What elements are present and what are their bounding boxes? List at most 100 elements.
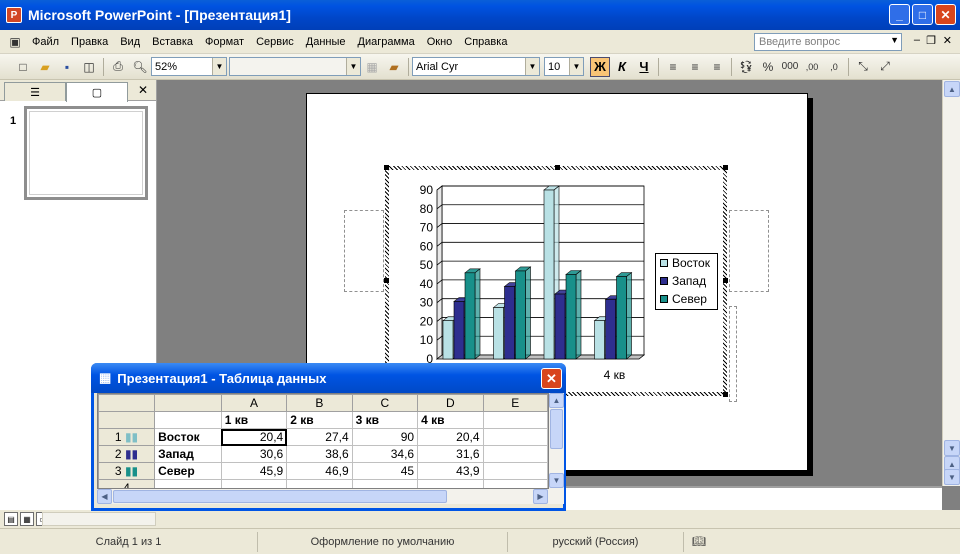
chevron-down-icon[interactable]: ▼ [890,35,899,45]
scroll-down-icon[interactable]: ▼ [944,440,960,456]
resize-handle[interactable] [723,278,728,283]
horizontal-scrollbar[interactable] [42,512,156,526]
cell[interactable]: 43,9 [417,462,484,480]
resize-handle[interactable] [384,165,389,170]
minimize-button[interactable]: _ [889,4,910,25]
cell[interactable]: 4 кв [417,411,484,429]
chevron-down-icon[interactable]: ▼ [212,58,226,75]
menu-insert[interactable]: Вставка [146,36,199,48]
scroll-left-icon[interactable]: ◀ [97,489,112,504]
datasheet-title-bar[interactable]: ▦ Презентация1 - Таблица данных ✕ [91,363,566,393]
cell[interactable] [482,411,548,429]
decrease-decimal-icon[interactable]: ,0 [825,58,843,76]
cell[interactable] [482,428,548,446]
column-letter[interactable]: A [220,394,288,412]
scroll-thumb[interactable] [113,490,447,503]
menu-chart[interactable]: Диаграмма [352,36,421,48]
cell[interactable]: 20,4 [220,428,288,446]
font-select[interactable]: Arial Cyr ▼ [412,57,540,76]
align-right-icon[interactable]: ≡ [708,58,726,76]
row-header[interactable]: 2 ▮▮ [98,445,156,463]
chart-object[interactable]: 0 10 20 30 40 50 60 70 80 90 4 кв Восток Запад Сев… [384,165,728,397]
slide-thumbnail[interactable] [24,106,148,200]
cell[interactable]: 38,6 [286,445,353,463]
menu-format[interactable]: Формат [199,36,250,48]
cell[interactable] [220,479,288,488]
align-left-icon[interactable]: ≡ [664,58,682,76]
menu-data[interactable]: Данные [300,36,352,48]
maximize-button[interactable]: □ [912,4,933,25]
percent-style-icon[interactable]: % [759,58,777,76]
open-folder-icon[interactable]: ▰ [36,58,54,76]
powerpoint-app-icon[interactable]: P [6,7,22,23]
vertical-scrollbar[interactable]: ▲ ▼ ▲ ▼ [942,80,960,486]
resize-handle[interactable] [555,165,560,170]
cell[interactable]: 27,4 [286,428,353,446]
help-question-input[interactable]: Введите вопрос ▼ [754,33,902,51]
scroll-down-icon[interactable]: ▼ [549,473,564,488]
tab-slides[interactable]: ▢ [66,82,128,102]
next-slide-icon[interactable]: ▼ [944,469,960,485]
resize-handle[interactable] [723,165,728,170]
cell[interactable]: 2 кв [286,411,353,429]
row-header[interactable] [98,411,156,429]
cell[interactable]: 90 [351,428,419,446]
menu-window[interactable]: Окно [421,36,459,48]
align-center-icon[interactable]: ≡ [686,58,704,76]
doc-minimize-button[interactable]: – [914,34,920,46]
cell[interactable]: 1 кв [220,411,288,429]
chevron-down-icon[interactable]: ▼ [346,58,360,75]
increase-decimal-icon[interactable]: ,00 [803,58,821,76]
column-letter[interactable]: D [417,394,484,412]
bold-button[interactable]: Ж [590,56,610,77]
close-button[interactable]: ✕ [935,4,956,25]
cell[interactable] [482,479,548,488]
currency-style-icon[interactable]: 💱︎ [737,58,755,76]
cell[interactable]: 34,6 [351,445,419,463]
print-icon[interactable]: ⎙ [109,58,127,76]
cell[interactable] [482,462,548,480]
normal-view-icon[interactable]: ▤ [4,512,18,526]
row-header[interactable]: 3 ▮▮ [98,462,156,480]
resize-handle[interactable] [384,278,389,283]
format-object-icon[interactable]: ▦ [363,58,381,76]
scroll-thumb[interactable] [550,409,563,449]
angle-text-down-icon[interactable]: ⤡ [854,58,872,76]
chevron-down-icon[interactable]: ▼ [569,58,583,75]
menu-edit[interactable]: Правка [65,36,114,48]
cell[interactable]: 46,9 [286,462,353,480]
row-header[interactable]: 1 ▮▮ [98,428,156,446]
menu-file[interactable]: Файл [26,36,65,48]
cell[interactable]: 30,6 [220,445,288,463]
cell[interactable] [482,445,548,463]
scroll-up-icon[interactable]: ▲ [944,81,960,97]
resize-handle[interactable] [723,392,728,397]
cell[interactable] [351,479,419,488]
chevron-down-icon[interactable]: ▼ [525,58,539,75]
save-icon[interactable]: ▪ [58,58,76,76]
spellcheck-icon[interactable]: 📖︎ [684,532,714,552]
font-size-select[interactable]: 10 ▼ [544,57,584,76]
tab-outline[interactable]: ☰ [4,82,66,101]
corner-cell[interactable] [98,394,156,412]
row-header[interactable]: 4 [98,479,156,488]
cell[interactable] [286,479,353,488]
column-letter[interactable]: B [286,394,353,412]
cell[interactable]: Восток [154,428,222,446]
cell[interactable]: 45 [351,462,419,480]
cell[interactable] [417,479,484,488]
scroll-up-icon[interactable]: ▲ [549,393,564,408]
doc-close-button[interactable]: ✕ [943,34,952,47]
cell[interactable] [154,411,222,429]
angle-text-up-icon[interactable]: ⤢ [876,58,894,76]
import-file-icon[interactable]: ▰ [385,58,403,76]
column-letter[interactable]: E [482,394,548,412]
menu-view[interactable]: Вид [114,36,146,48]
chart-objects-select[interactable]: ▼ [229,57,361,76]
chart-legend[interactable]: Восток Запад Север [655,253,718,310]
menu-tools[interactable]: Сервис [250,36,300,48]
cell[interactable]: 31,6 [417,445,484,463]
datasheet-horizontal-scrollbar[interactable]: ◀ ▶ [97,489,564,504]
zoom-select[interactable]: 52% ▼ [151,57,227,76]
datasheet-vertical-scrollbar[interactable]: ▲ ▼ [549,393,564,489]
